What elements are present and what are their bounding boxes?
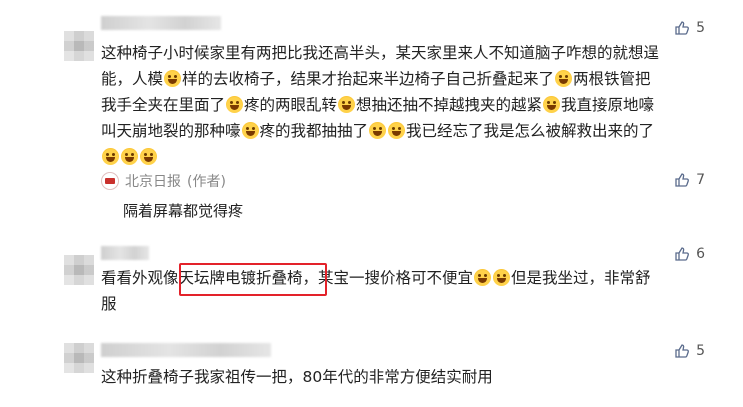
like-count: 7 <box>696 172 705 188</box>
thumbs-up-icon <box>675 173 690 187</box>
grimace-emoji-icon <box>543 96 561 113</box>
author-tag: (作者) <box>187 174 226 190</box>
thumbs-up-icon <box>675 344 690 358</box>
avatar[interactable] <box>64 255 94 285</box>
pain-emoji-icon <box>388 122 406 139</box>
like-count: 5 <box>696 343 705 359</box>
author-reply: 北京日报 (作者) 隔着屏幕都觉得疼 <box>101 171 243 221</box>
laugh-cry-emoji-icon <box>493 269 511 286</box>
username-redacted[interactable] <box>101 343 271 357</box>
username-redacted[interactable] <box>101 16 221 30</box>
thumbs-up-icon <box>675 21 690 35</box>
like-count: 5 <box>696 20 705 36</box>
like-button[interactable]: 6 <box>674 246 705 262</box>
laugh-cry-emoji-icon <box>474 269 492 286</box>
cry-emoji-icon <box>140 148 157 165</box>
laugh-cry-emoji-icon <box>102 148 119 165</box>
reply-text: 隔着屏幕都觉得疼 <box>123 202 244 220</box>
thumbs-up-icon <box>675 247 690 261</box>
like-count: 6 <box>696 246 705 262</box>
cat-emoji-icon <box>164 70 182 87</box>
reply-author[interactable]: 北京日报 <box>125 171 181 191</box>
comment-text: 这种椅子小时候家里有两把比我还高半头，某天家里来人不知道脑子咋想的就想逞 能，人… <box>101 40 659 170</box>
like-button[interactable]: 5 <box>674 20 705 36</box>
pain-emoji-icon <box>369 122 387 139</box>
dizzy-emoji-icon <box>338 96 356 113</box>
beijing-daily-logo-icon <box>101 172 119 190</box>
cry-emoji-icon <box>226 96 244 113</box>
avatar[interactable] <box>64 31 94 61</box>
username-redacted[interactable] <box>101 246 149 260</box>
reply-like-button[interactable]: 7 <box>674 172 705 188</box>
comment-text: 这种折叠椅子我家祖传一把，80年代的非常方便结实耐用 <box>101 368 493 386</box>
highlighted-product-name: 天坛牌电镀折叠椅， <box>178 269 319 287</box>
sob-emoji-icon <box>241 122 259 139</box>
comment-text: 看看外观像天坛牌电镀折叠椅，某宝一搜价格可不便宜 但是我坐过，非常舒 服 <box>101 269 651 313</box>
avatar[interactable] <box>64 343 94 373</box>
like-button[interactable]: 5 <box>674 343 705 359</box>
laugh-cry-emoji-icon <box>555 70 573 87</box>
cry-emoji-icon <box>121 148 138 165</box>
